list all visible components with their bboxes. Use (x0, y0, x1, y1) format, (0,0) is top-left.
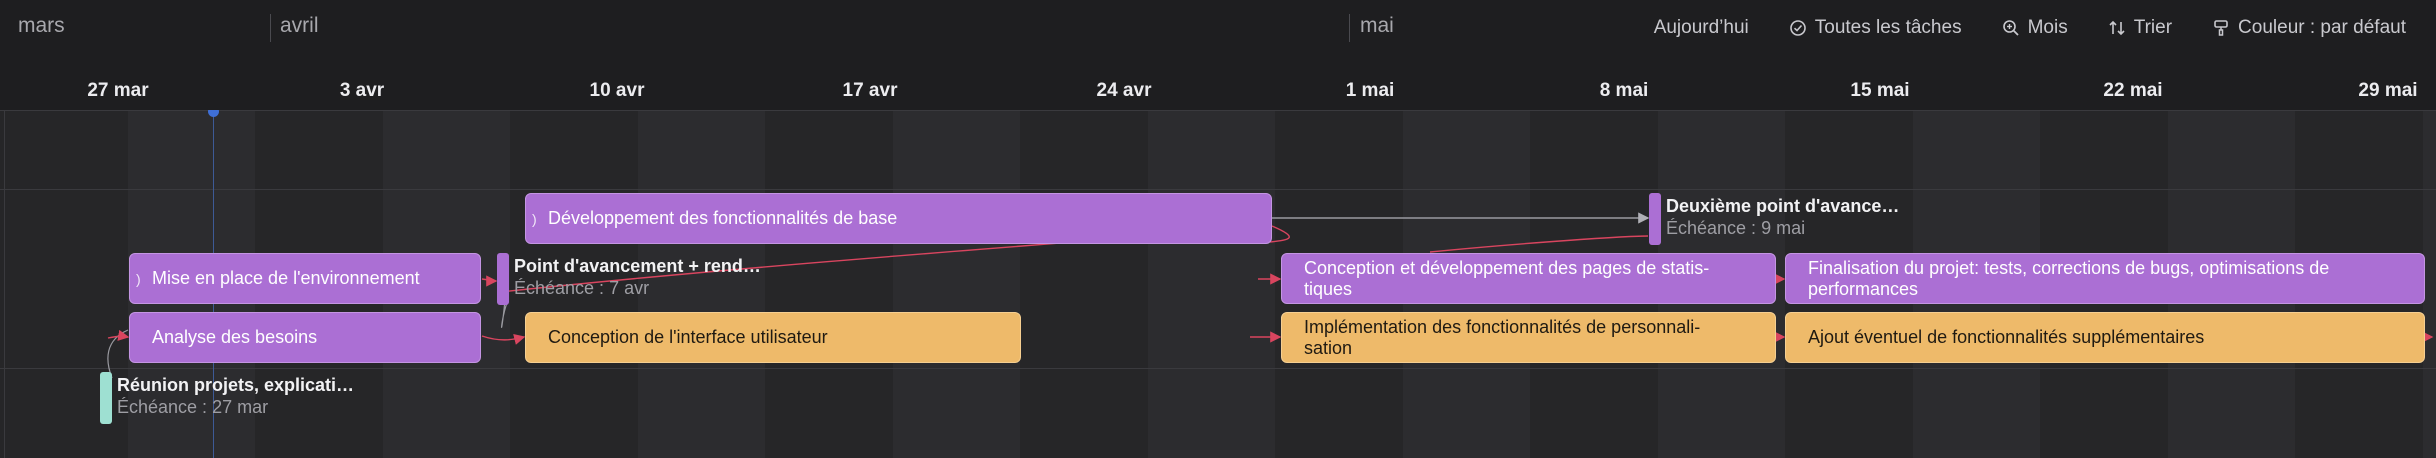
toolbar: Aujourd’hui Toutes les tâches Mois Trier… (1654, 17, 2406, 39)
task-label: sation (1304, 337, 1353, 358)
color-label: Couleur : par défaut (2238, 17, 2406, 38)
all-tasks-label: Toutes les tâches (1814, 17, 1962, 38)
task-bar-extra-features[interactable]: Ajout éventuel de fonctionnalités supplé… (1785, 312, 2425, 363)
milestone-title: Point d'avancement + rend… (514, 256, 761, 276)
zoom-button[interactable]: Mois (2002, 17, 2068, 39)
milestone-title: Deuxième point d'avance… (1666, 196, 1900, 216)
task-bar-personalisation[interactable]: Implémentation des fonctionnalités de pe… (1281, 312, 1776, 363)
task-label-wrapper: Implémentation des fonctionnalités de pe… (1304, 317, 1700, 359)
milestone-bar-checkpoint-render[interactable] (497, 253, 509, 305)
sort-button[interactable]: Trier (2108, 17, 2172, 39)
today-button[interactable]: Aujourd’hui (1654, 17, 1749, 39)
row-divider (0, 368, 2436, 369)
task-label: tiques (1304, 278, 1353, 299)
milestone-title: Réunion projets, explicati… (117, 375, 355, 395)
task-label-wrapper: Finalisation du projet: tests, correctio… (1808, 258, 2329, 300)
month-label-avril: avril (280, 14, 319, 37)
milestone-due-date: Échéance : 27 mar (117, 397, 269, 417)
milestone-due-date: Échéance : 7 avr (514, 278, 650, 298)
milestone-due-date: Échéance : 9 mai (1666, 218, 1806, 238)
task-label: Développement des fonctionnalités de bas… (548, 208, 898, 228)
all-tasks-button[interactable]: Toutes les tâches (1789, 17, 1962, 39)
drag-handle-icon[interactable]: ) (532, 211, 537, 227)
week-label: 15 mai (1850, 80, 1910, 101)
month-label-mai: mai (1360, 14, 1394, 37)
task-label: Finalisation du projet: tests, correctio… (1808, 257, 2330, 278)
week-label: 17 avr (842, 80, 898, 101)
week-label: 27 mar (87, 80, 149, 101)
task-bar-finalisation[interactable]: Finalisation du projet: tests, correctio… (1785, 253, 2425, 304)
sort-arrows-icon (2109, 20, 2125, 36)
task-label: performances (1808, 278, 1919, 299)
task-bar-dev-base[interactable]: ) Développement des fonctionnalités de b… (525, 193, 1272, 244)
color-button[interactable]: Couleur : par défaut (2212, 17, 2406, 39)
task-label: Implémentation des fonctionnalités de pe… (1304, 316, 1701, 337)
milestone-bar-kickoff-meeting[interactable] (100, 372, 112, 424)
week-label: 1 mai (1345, 80, 1395, 101)
grid-column (892, 111, 1020, 458)
milestone-bar-second-checkpoint[interactable] (1649, 193, 1661, 245)
grid-column (637, 111, 765, 458)
drag-handle-icon[interactable]: ) (136, 271, 141, 287)
task-bar-setup-env[interactable]: ) Mise en place de l'environnement (129, 253, 481, 304)
grid-column (765, 111, 893, 458)
task-label-wrapper: Conception et développement des pages de… (1304, 258, 1709, 300)
grid-column (1147, 111, 1275, 458)
row-divider (0, 189, 2436, 190)
left-edge (4, 111, 5, 458)
task-label: Conception de l'interface utilisateur (548, 327, 828, 347)
sort-label: Trier (2133, 17, 2173, 38)
paint-bucket-icon (2214, 20, 2228, 36)
task-label: Mise en place de l'environnement (152, 268, 420, 288)
task-label: Conception et développement des pages de… (1304, 257, 1710, 278)
check-circle-icon (1789, 20, 1806, 36)
week-label: 29 mai (2358, 80, 2418, 101)
week-label: 24 avr (1096, 80, 1152, 101)
week-label: 3 avr (339, 80, 385, 101)
week-label: 22 mai (2103, 80, 2163, 101)
month-separator (270, 14, 271, 42)
task-label: Analyse des besoins (152, 327, 318, 347)
gantt-view: mars avril mai Aujourd’hui Toutes les tâ… (0, 0, 2436, 458)
timeline-header: mars avril mai Aujourd’hui Toutes les tâ… (0, 0, 2436, 110)
grid-column (1020, 111, 1148, 458)
task-bar-ui-design[interactable]: Conception de l'interface utilisateur (525, 312, 1021, 363)
task-bar-needs-analysis[interactable]: Analyse des besoins (129, 312, 481, 363)
task-bar-stats-pages[interactable]: Conception et développement des pages de… (1281, 253, 1776, 304)
week-label: 10 avr (589, 80, 645, 101)
week-label: 8 mai (1599, 80, 1649, 101)
zoom-icon (2002, 20, 2019, 36)
zoom-label: Mois (2027, 17, 2068, 38)
month-label-mars: mars (18, 14, 65, 37)
today-button-label: Aujourd’hui (1653, 17, 1749, 38)
month-separator (1349, 14, 1350, 42)
task-label: Ajout éventuel de fonctionnalités supplé… (1808, 327, 2205, 347)
